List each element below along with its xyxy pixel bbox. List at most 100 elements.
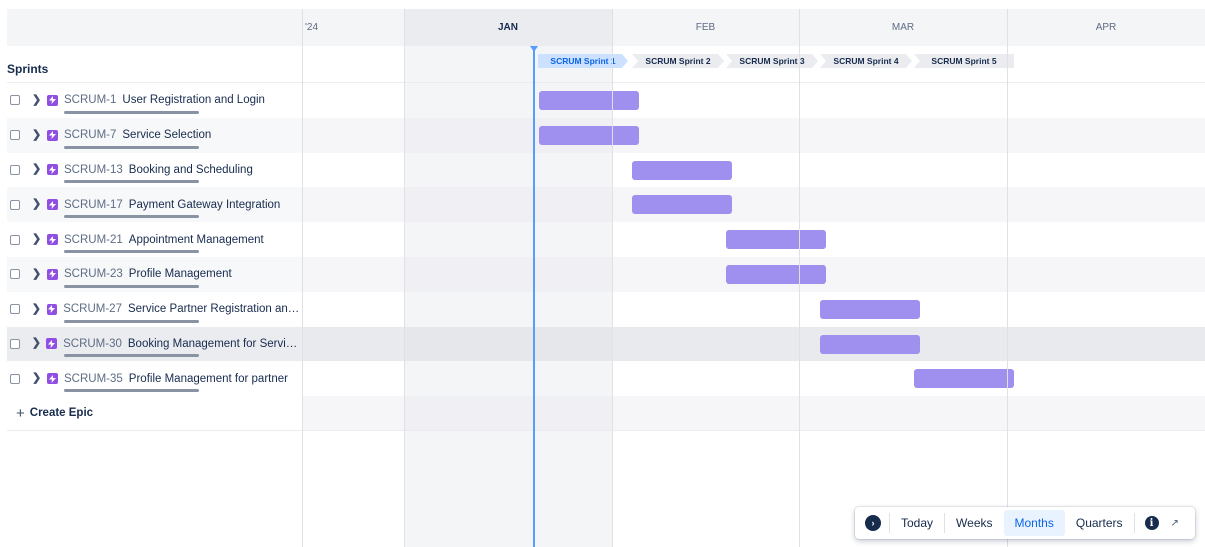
epic-progress-bar: [64, 110, 199, 114]
epic-lightning-icon: [47, 268, 58, 280]
today-button[interactable]: Today: [890, 510, 944, 536]
epic-key[interactable]: SCRUM-17: [64, 199, 123, 211]
epic-key[interactable]: SCRUM-13: [64, 164, 123, 176]
chevron-right-icon[interactable]: ❯: [32, 94, 42, 106]
epic-lightning-icon: [46, 303, 58, 315]
weeks-button[interactable]: Weeks: [945, 510, 1003, 536]
timeline-row: [302, 222, 1205, 257]
grid-line: [612, 9, 613, 547]
sprint-chip-4[interactable]: SCRUM Sprint 4: [820, 54, 912, 68]
month-label-feb: FEB: [695, 22, 716, 33]
epic-lightning-icon: [47, 129, 58, 141]
epic-lightning-icon: [47, 234, 58, 246]
epic-row[interactable]: ❯ SCRUM-1 User Registration and Login: [7, 83, 302, 118]
epic-key[interactable]: SCRUM-23: [64, 268, 123, 280]
epic-bar[interactable]: [914, 369, 1014, 389]
quarters-button[interactable]: Quarters: [1065, 510, 1134, 536]
collapse-arrows-icon[interactable]: ↗︎: [1171, 518, 1179, 529]
epic-bar[interactable]: [820, 299, 920, 319]
chevron-right-icon[interactable]: ❯: [32, 268, 42, 280]
month-label-jan: JAN: [404, 9, 612, 46]
epic-name[interactable]: Booking Management for Service...: [128, 338, 302, 350]
epic-bar[interactable]: [632, 160, 732, 180]
epic-name[interactable]: Booking and Scheduling: [129, 164, 253, 176]
timeline-row: [302, 326, 1205, 362]
epic-key[interactable]: SCRUM-7: [64, 129, 116, 141]
sprint-chip-5[interactable]: SCRUM Sprint 5: [914, 54, 1014, 68]
epic-progress-bar: [64, 319, 199, 323]
epic-key[interactable]: SCRUM-1: [64, 94, 116, 106]
epic-progress-bar: [64, 215, 199, 219]
timeline-row: [302, 117, 1205, 153]
divider: [1133, 513, 1135, 533]
chevron-right-icon[interactable]: ❯: [32, 129, 42, 141]
epic-name[interactable]: Service Selection: [122, 129, 211, 141]
epic-name[interactable]: Payment Gateway Integration: [129, 199, 281, 211]
sprint-chip-1[interactable]: SCRUM Sprint 1: [538, 54, 628, 68]
row-checkbox[interactable]: [10, 164, 20, 175]
epic-row[interactable]: ❯ SCRUM-13 Booking and Scheduling: [7, 153, 302, 188]
chevron-right-icon[interactable]: ❯: [32, 373, 42, 384]
row-checkbox[interactable]: [10, 373, 20, 384]
row-checkbox[interactable]: [10, 304, 20, 315]
timeline-header: '24 JAN FEB MAR APR: [302, 9, 1205, 46]
grid-line: [404, 9, 405, 547]
epic-row[interactable]: ❯ SCRUM-17 Payment Gateway Integration: [7, 187, 302, 223]
grid-line: [1007, 9, 1008, 547]
epic-key[interactable]: SCRUM-35: [64, 373, 123, 385]
roadmap-view: Sprints ❯ SCRUM-1 User Registration and …: [0, 0, 1205, 547]
timeline-row-create: [302, 396, 1205, 432]
chevron-right-icon[interactable]: ❯: [32, 303, 42, 315]
timeline-row: [302, 256, 1205, 292]
epic-bar[interactable]: [726, 264, 826, 284]
chevron-right-icon[interactable]: ❯: [32, 234, 42, 245]
epic-lightning-icon: [47, 164, 58, 176]
epic-bar[interactable]: [820, 334, 920, 354]
epic-progress-bar: [64, 389, 199, 393]
epic-name[interactable]: Appointment Management: [129, 234, 264, 246]
sprints-row-label: Sprints: [7, 55, 302, 83]
epic-row[interactable]: ❯ SCRUM-23 Profile Management: [7, 256, 302, 292]
epic-progress-bar: [64, 249, 199, 253]
epic-row[interactable]: ❯ SCRUM-21 Appointment Management: [7, 222, 302, 257]
epic-row[interactable]: ❯ SCRUM-7 Service Selection: [7, 117, 302, 153]
create-epic-button[interactable]: + Create Epic: [7, 396, 302, 432]
row-checkbox[interactable]: [10, 199, 20, 210]
month-label-mar: MAR: [891, 22, 915, 33]
sprint-chip-3[interactable]: SCRUM Sprint 3: [726, 54, 818, 68]
info-icon[interactable]: i: [1144, 516, 1159, 530]
sprint-strip: SCRUM Sprint 1 SCRUM Sprint 2 SCRUM Spri…: [302, 46, 1205, 83]
epic-row[interactable]: ❯ SCRUM-27 Service Partner Registration …: [7, 292, 302, 327]
row-checkbox[interactable]: [10, 338, 20, 349]
epic-name[interactable]: Service Partner Registration and ...: [128, 303, 302, 315]
epic-bar[interactable]: [632, 195, 732, 215]
epic-row[interactable]: ❯ SCRUM-30 Booking Management for Servic…: [7, 326, 302, 362]
epic-key[interactable]: SCRUM-21: [64, 234, 123, 246]
chevron-right-icon[interactable]: ❯: [32, 338, 42, 349]
epic-progress-bar: [64, 180, 199, 184]
epic-key[interactable]: SCRUM-27: [63, 303, 122, 315]
row-checkbox[interactable]: [10, 234, 20, 245]
year-label: '24: [305, 22, 319, 33]
row-checkbox[interactable]: [10, 130, 20, 141]
chevron-right-icon[interactable]: ❯: [32, 164, 42, 175]
epic-lightning-icon: [47, 94, 58, 106]
epic-row[interactable]: ❯ SCRUM-35 Profile Management for partne…: [7, 361, 302, 396]
epic-bar[interactable]: [539, 91, 639, 110]
epic-name[interactable]: User Registration and Login: [122, 94, 265, 106]
row-checkbox[interactable]: [10, 95, 20, 106]
sprint-chip-2[interactable]: SCRUM Sprint 2: [632, 54, 724, 68]
epic-name[interactable]: Profile Management for partner: [129, 373, 288, 385]
plus-icon: +: [16, 404, 25, 422]
months-button[interactable]: Months: [1003, 510, 1065, 536]
chevron-right-icon[interactable]: ❯: [32, 199, 42, 210]
epic-bar[interactable]: [539, 125, 639, 145]
row-checkbox[interactable]: [10, 269, 20, 280]
chevron-right-circle-icon[interactable]: ›: [865, 515, 881, 531]
epic-list: ❯ SCRUM-1 User Registration and Login ❯ …: [7, 83, 302, 432]
epic-key[interactable]: SCRUM-30: [63, 338, 122, 350]
today-line: [533, 46, 535, 547]
epic-name[interactable]: Profile Management: [129, 268, 232, 280]
month-label-apr: APR: [1095, 22, 1117, 33]
epic-bar[interactable]: [726, 230, 826, 250]
